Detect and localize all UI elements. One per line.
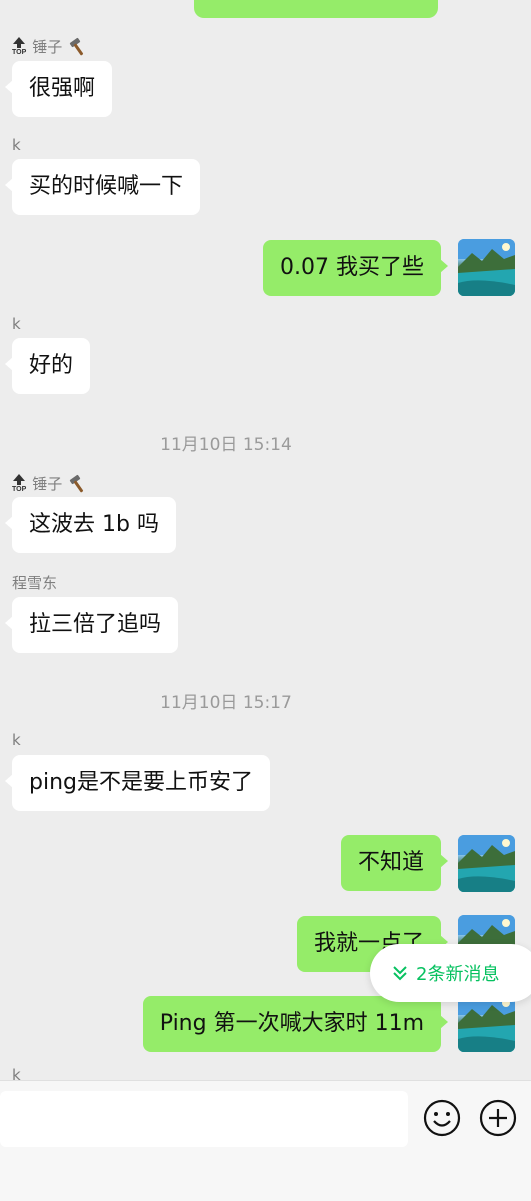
message-bubble[interactable]: 这波去 1b 吗 (5, 497, 176, 553)
double-chevron-down-icon (392, 965, 408, 981)
top-badge-icon: TOP (12, 474, 26, 493)
timestamp: 11月10日 15:17 (160, 693, 292, 713)
emoji-button[interactable] (423, 1099, 461, 1137)
sender-name: 程雪东 (12, 574, 58, 592)
avatar[interactable] (458, 995, 515, 1052)
hammer-icon (68, 37, 90, 56)
timestamp: 11月10日 15:14 (160, 435, 292, 455)
message-bubble[interactable]: 买的时候喊一下 (4, 159, 201, 215)
sender-name: k (12, 315, 21, 333)
new-messages-button[interactable]: 2条新消息 (370, 944, 531, 1002)
message-bubble-self[interactable]: 不知道 (340, 835, 449, 891)
sender-name: TOP 锤子 (12, 36, 90, 57)
plus-icon (479, 1099, 517, 1137)
new-messages-label: 2条新消息 (416, 964, 500, 985)
hammer-icon (68, 474, 90, 493)
message-input[interactable] (0, 1091, 408, 1147)
top-badge-icon: TOP (12, 37, 26, 56)
emoji-icon (423, 1099, 461, 1137)
sender-name: k (12, 136, 21, 154)
message-bubble[interactable]: ping是不是要上币安了 (5, 755, 270, 811)
sender-name: TOP 锤子 (12, 473, 90, 494)
sender-name: k (12, 731, 21, 749)
message-bubble-self[interactable]: Ping 第一次喊大家时 11m (142, 996, 449, 1052)
more-button[interactable] (479, 1099, 517, 1137)
avatar[interactable] (458, 239, 515, 296)
avatar[interactable] (458, 835, 515, 892)
message-bubble[interactable]: 拉三倍了追吗 (4, 597, 179, 653)
input-toolbar (0, 1080, 531, 1201)
message-bubble[interactable]: 好的 (4, 338, 91, 394)
message-bubble[interactable]: 很强啊 (4, 61, 113, 117)
message-bubble-self[interactable]: 0.07 我买了些 (263, 240, 448, 296)
previous-message-bubble[interactable] (194, 0, 438, 18)
